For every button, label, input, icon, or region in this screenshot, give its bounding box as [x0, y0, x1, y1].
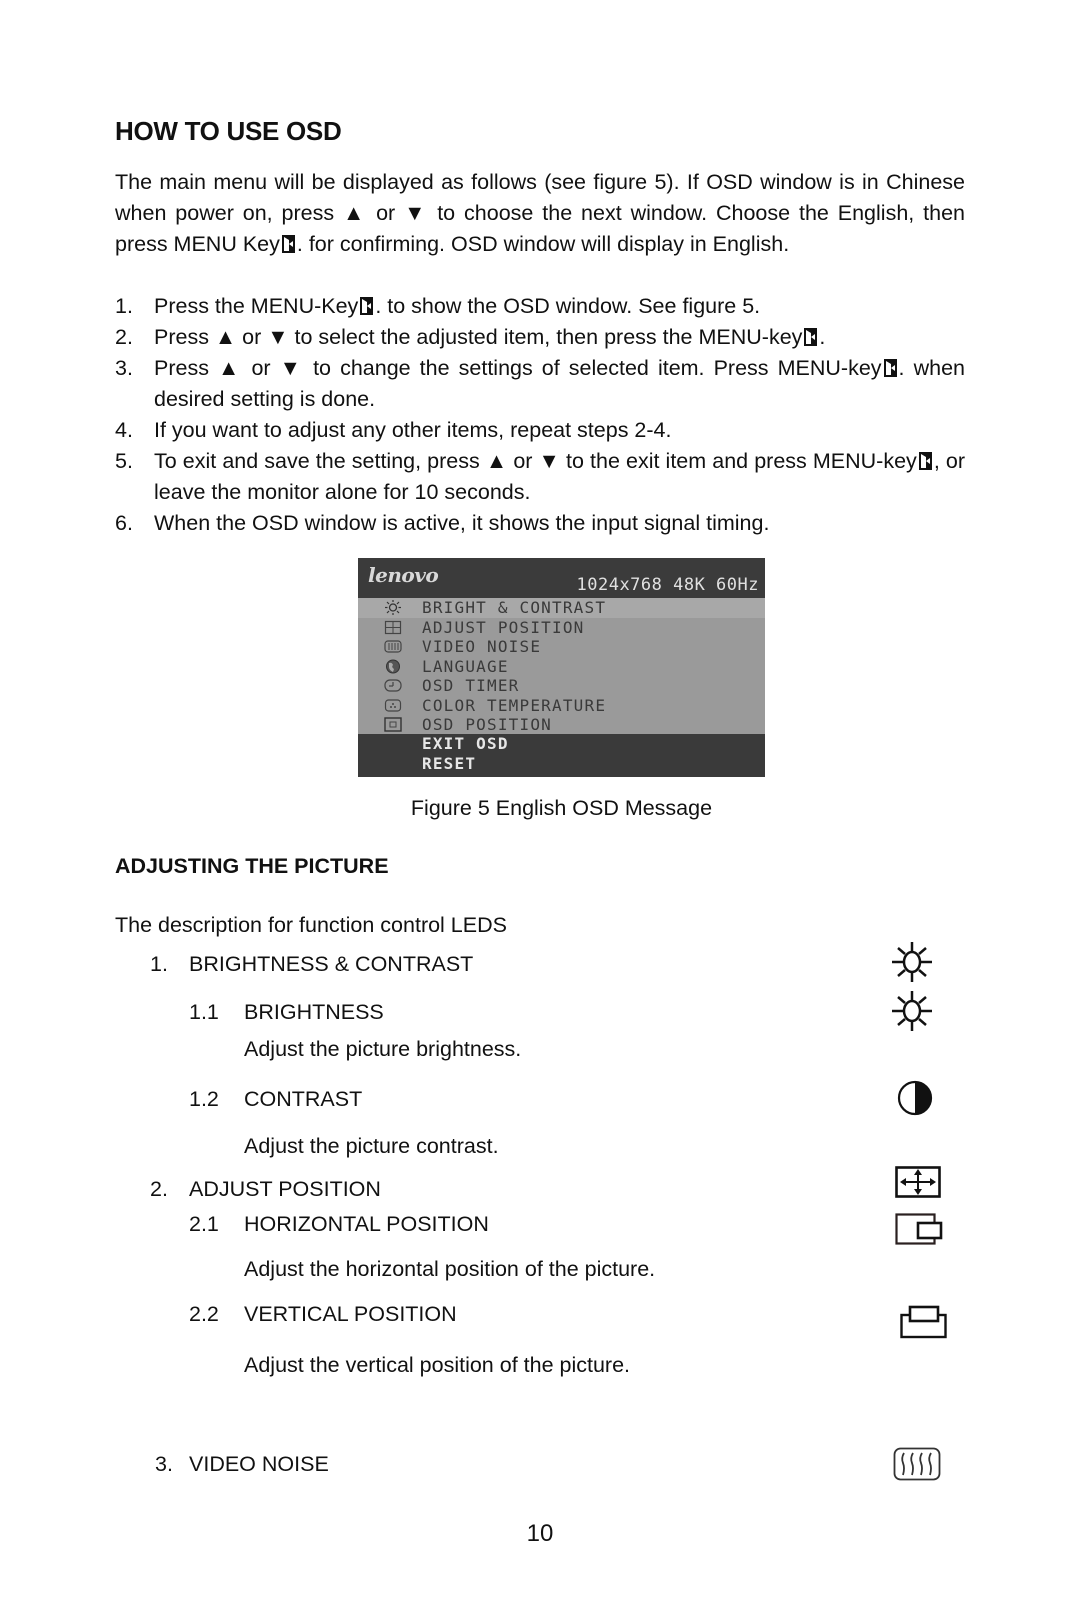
osd-screenshot-figure: lenovo 1024x768 48K 60Hz BRIGHT & CONTRA… [358, 558, 765, 777]
osd-menu-label: ADJUST POSITION [422, 617, 585, 637]
osd-reset-label: RESET [422, 753, 477, 773]
osd-menu-item: OSD TIMER [358, 676, 765, 696]
menu-key-icon [803, 327, 818, 347]
section-intro: The description for function control LED… [115, 913, 507, 937]
osd-menu-label: OSD POSITION [422, 715, 552, 734]
step-number: 6. [115, 511, 133, 535]
menu-key-icon [359, 296, 374, 316]
vertical-position-icon [900, 1305, 947, 1339]
step-text: When the OSD window is active, it shows … [154, 511, 770, 535]
item-label: ADJUST POSITION [189, 1177, 381, 1201]
video-noise-icon [893, 1447, 941, 1481]
item-number: 3. [155, 1452, 173, 1476]
sun-icon [385, 600, 401, 615]
item-number: 1.2 [189, 1087, 219, 1111]
step-text: Press ▲ or ▼ to select the adjusted item… [154, 325, 803, 349]
osd-menu-item: RESET [358, 754, 765, 774]
osd-menu-label: COLOR TEMPERATURE [422, 695, 607, 715]
section-heading: ADJUSTING THE PICTURE [115, 854, 389, 878]
move-arrows-icon [895, 1166, 941, 1198]
osd-signal-timing: 1024x768 48K 60Hz [576, 575, 759, 595]
item-label: VERTICAL POSITION [244, 1302, 457, 1326]
item-number: 2.2 [189, 1302, 219, 1326]
item-number: 2.1 [189, 1212, 219, 1236]
step-item: 4. If you want to adjust any other items,… [115, 415, 965, 446]
timer-icon [384, 679, 402, 692]
osd-menu-item: VIDEO NOISE [358, 637, 765, 657]
item-description: Adjust the picture brightness. [244, 1037, 522, 1061]
item-label: CONTRAST [244, 1087, 363, 1111]
osd-menu-item: OSD POSITION [358, 715, 765, 735]
osd-menu-item: ADJUST POSITION [358, 618, 765, 638]
item-number: 1. [150, 952, 168, 976]
osd-header: lenovo 1024x768 48K 60Hz [358, 558, 765, 598]
step-number: 2. [115, 325, 133, 349]
osd-logo: lenovo [368, 563, 439, 587]
osd-menu-item: BRIGHT & CONTRAST [358, 598, 765, 618]
step-number: 1. [115, 294, 133, 318]
osd-menu-label: OSD TIMER [422, 676, 520, 695]
step-item: 5. To exit and save the setting, press ▲ … [115, 446, 965, 508]
globe-icon [386, 659, 400, 673]
osd-menu-item: EXIT OSD [358, 734, 765, 754]
step-text: If you want to adjust any other items, r… [154, 418, 672, 442]
step-text: . [819, 325, 826, 349]
osd-menu: BRIGHT & CONTRAST ADJUST POSITION VIDEO … [358, 598, 765, 735]
osd-menu-item: LANGUAGE [358, 657, 765, 677]
item-number: 2. [150, 1177, 168, 1201]
item-description: Adjust the vertical position of the pict… [244, 1353, 631, 1377]
step-number: 5. [115, 449, 133, 473]
item-label: BRIGHTNESS [244, 1000, 384, 1024]
item-description: Adjust the picture contrast. [244, 1134, 499, 1158]
item-label: HORIZONTAL POSITION [244, 1212, 489, 1236]
osd-exit-label: EXIT OSD [422, 734, 509, 753]
item-number: 1.1 [189, 1000, 219, 1024]
osd-menu-label: LANGUAGE [422, 656, 509, 676]
horizontal-position-icon [895, 1213, 943, 1245]
contrast-icon [897, 1080, 933, 1116]
osd-footer: EXIT OSD RESET [358, 734, 765, 777]
step-text: Press ▲ or ▼ to change the settings of s… [154, 356, 882, 380]
item-label: VIDEO NOISE [189, 1452, 329, 1476]
step-text: To exit and save the setting, press ▲ or… [154, 449, 917, 473]
step-text: . to show the OSD window. See figure 5. [375, 294, 761, 318]
step-text: Press the MENU-Key [154, 294, 359, 318]
page-number: 10 [526, 1520, 554, 1547]
item-label: BRIGHTNESS & CONTRAST [189, 952, 474, 976]
step-item: 2. Press ▲ or ▼ to select the adjusted it… [115, 322, 965, 353]
menu-key-icon [918, 451, 933, 471]
step-number: 4. [115, 418, 133, 442]
video-noise-icon [384, 640, 402, 653]
osd-menu-item: COLOR TEMPERATURE [358, 696, 765, 716]
steps-list: 1. Press the MENU-Key . to show the OSD wi… [115, 291, 965, 539]
osd-position-icon [384, 717, 402, 732]
item-description: Adjust the horizontal position of the pi… [244, 1257, 656, 1281]
step-item: 1. Press the MENU-Key . to show the OSD wi… [115, 291, 965, 322]
menu-key-icon [883, 358, 898, 378]
menu-key-icon [281, 234, 296, 254]
osd-menu-label: BRIGHT & CONTRAST [422, 598, 607, 617]
figure-caption: Figure 5 English OSD Message [410, 796, 713, 820]
osd-menu-label: VIDEO NOISE [422, 637, 542, 656]
sun-icon [890, 942, 934, 982]
intro-text-2: . for confirming. OSD window will displa… [296, 232, 790, 256]
step-item: 3. Press ▲ or ▼ to change the settings of… [115, 353, 965, 415]
sun-icon [890, 991, 934, 1031]
color-temperature-icon [384, 698, 402, 712]
step-number: 3. [115, 356, 133, 380]
step-item: 6. When the OSD window is active, it show… [115, 508, 965, 539]
intro-paragraph: The main menu will be displayed as follo… [115, 167, 965, 260]
position-grid-icon [384, 620, 402, 634]
page-heading: HOW TO USE OSD [115, 116, 342, 146]
